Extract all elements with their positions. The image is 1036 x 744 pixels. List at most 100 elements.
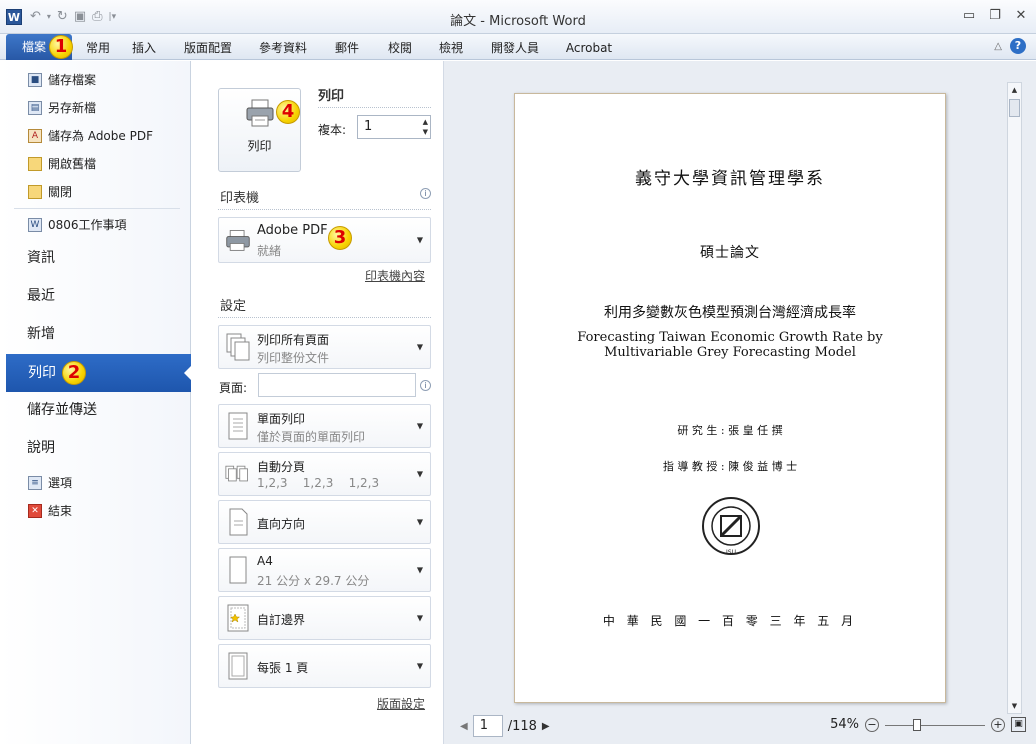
nav-save-adobe-pdf[interactable]: A 儲存為 Adobe PDF [28, 126, 153, 146]
ribbon-tabs: 檔案 常用 插入 版面配置 參考資料 郵件 校閱 檢視 開發人員 Acrobat [0, 34, 1036, 60]
pages-input[interactable] [258, 373, 416, 397]
word-document-icon: W [28, 218, 42, 232]
save-icon: ■ [28, 73, 42, 87]
nav-print[interactable]: 列印 [6, 354, 192, 392]
paper-size-icon [229, 556, 247, 584]
word-app-icon[interactable]: W [6, 9, 22, 25]
copies-value: 1 [364, 119, 373, 134]
nav-recent-document[interactable]: W 0806工作事項 [28, 215, 127, 235]
zoom-in-icon[interactable]: + [991, 717, 1005, 732]
nav-save[interactable]: ■ 儲存檔案 [28, 70, 96, 90]
print-range-title: 列印所有頁面 [257, 333, 330, 347]
divider [318, 107, 431, 108]
zoom-slider[interactable] [885, 718, 985, 731]
preview-vertical-scrollbar[interactable]: ▲ ▼ [1007, 82, 1022, 714]
nav-divider [14, 208, 180, 209]
previous-page-icon[interactable]: ◀ [460, 721, 468, 732]
help-icon[interactable]: ? [1010, 38, 1026, 54]
nav-save-and-send[interactable]: 儲存並傳送 [27, 395, 97, 425]
margins-dropdown[interactable]: 自訂邊界 ▼ [218, 596, 431, 640]
redo-icon[interactable]: ↻ [57, 8, 68, 26]
nav-save-adobe-pdf-label: 儲存為 Adobe PDF [48, 129, 153, 143]
title-bar: W ↶ ▾ ↻ ▣ ⎙ |▾ 論文 - Microsoft Word ▭ ❐ ✕ [0, 0, 1036, 34]
next-page-icon[interactable]: ▶ [542, 721, 550, 732]
copies-stepper[interactable]: 1 ▲ ▼ [357, 115, 431, 139]
sides-subtitle: 僅於頁面的單面列印 [257, 430, 366, 444]
collation-subtitle: 1,2,3 1,2,3 1,2,3 [257, 476, 380, 490]
sides-dropdown[interactable]: 單面列印 僅於頁面的單面列印 ▼ [218, 404, 431, 448]
pages-per-sheet-dropdown[interactable]: 每張 1 頁 ▼ [218, 644, 431, 688]
printer-icon [226, 230, 250, 251]
pages-per-sheet-title: 每張 1 頁 [257, 661, 309, 675]
customize-toolbar-icon[interactable]: |▾ [109, 8, 117, 26]
print-preview-icon[interactable]: ⎙ [92, 8, 102, 26]
printer-dropdown[interactable]: Adobe PDF 就緒 ▼ [218, 217, 431, 263]
nav-close[interactable]: 關閉 [28, 182, 72, 202]
nav-help[interactable]: 說明 [27, 433, 55, 463]
info-icon[interactable]: i [420, 380, 431, 391]
step-badge-1: 1 [49, 35, 73, 59]
page-setup-link[interactable]: 版面設定 [377, 695, 425, 712]
current-page-input[interactable]: 1 [472, 715, 503, 737]
collation-dropdown[interactable]: 自動分頁 1,2,3 1,2,3 1,2,3 ▼ [218, 452, 431, 496]
tab-review[interactable]: 校閱 [385, 38, 415, 58]
scroll-thumb[interactable] [1009, 99, 1020, 117]
zoom-out-icon[interactable]: − [865, 717, 879, 732]
print-button-label: 列印 [247, 139, 272, 153]
tab-references[interactable]: 參考資料 [256, 38, 310, 58]
nav-info[interactable]: 資訊 [27, 243, 55, 273]
collate-icon [225, 465, 248, 482]
nav-save-as[interactable]: ▤ 另存新檔 [28, 98, 96, 118]
university-seal-icon: ISU [702, 497, 760, 556]
nav-new[interactable]: 新增 [27, 319, 55, 349]
chevron-down-icon: ▼ [416, 342, 423, 352]
tab-home[interactable]: 常用 [80, 38, 116, 58]
printer-properties-link[interactable]: 印表機內容 [365, 267, 425, 284]
open-folder-icon [28, 157, 42, 171]
print-settings-panel: 列印 4 列印 複本: 1 ▲ ▼ 印表機 i Adobe PDF 就緒 ▼ 3 … [191, 61, 444, 744]
nav-save-as-label: 另存新檔 [48, 101, 97, 115]
copies-label: 複本: [318, 123, 347, 137]
chevron-down-icon: ▼ [416, 565, 423, 575]
undo-icon[interactable]: ↶ [30, 8, 41, 26]
page-title-zh: 利用多變數灰色模型預測台灣經濟成長率 [604, 305, 856, 321]
nav-recent[interactable]: 最近 [27, 281, 55, 311]
nav-exit[interactable]: ✕ 結束 [28, 501, 72, 521]
orientation-dropdown[interactable]: 直向方向 ▼ [218, 500, 431, 544]
scroll-up-icon[interactable]: ▲ [1008, 83, 1021, 97]
tab-mailings[interactable]: 郵件 [332, 38, 362, 58]
save-icon[interactable]: ▣ [74, 8, 86, 26]
save-as-icon: ▤ [28, 101, 42, 115]
recent-document-label: 0806工作事項 [48, 218, 127, 232]
copies-spin-icon[interactable]: ▲ ▼ [423, 117, 428, 137]
divider [218, 317, 431, 318]
tab-view[interactable]: 檢視 [436, 38, 466, 58]
chevron-down-icon: ▼ [416, 235, 423, 245]
info-icon[interactable]: i [420, 188, 431, 199]
step-badge-4: 4 [276, 100, 300, 124]
tab-page-layout[interactable]: 版面配置 [181, 38, 235, 58]
undo-dropdown-icon[interactable]: ▾ [47, 8, 51, 26]
restore-icon[interactable]: ❐ [988, 8, 1002, 23]
page-title-en-1: Forecasting Taiwan Economic Growth Rate … [577, 330, 883, 345]
orientation-title: 直向方向 [257, 517, 306, 531]
tab-acrobat[interactable]: Acrobat [563, 38, 615, 58]
backstage-nav: ■ 儲存檔案 ▤ 另存新檔 A 儲存為 Adobe PDF 開啟舊檔 關閉 W … [0, 61, 191, 744]
zoom-level[interactable]: 54% [830, 717, 859, 732]
paper-size-dropdown[interactable]: A4 21 公分 x 29.7 公分 ▼ [218, 548, 431, 592]
minimize-ribbon-icon[interactable]: △ [994, 41, 1002, 52]
window-title: 論文 - Microsoft Word [450, 14, 586, 29]
print-range-dropdown[interactable]: 列印所有頁面 列印整份文件 ▼ [218, 325, 431, 369]
zoom-slider-knob[interactable] [913, 718, 921, 731]
tab-insert[interactable]: 插入 [127, 38, 161, 58]
close-icon[interactable]: ✕ [1014, 8, 1028, 23]
exit-icon: ✕ [28, 504, 42, 518]
zoom-to-page-icon[interactable]: ▣ [1011, 717, 1026, 732]
portrait-icon [229, 508, 248, 536]
collation-title: 自動分頁 [257, 460, 306, 474]
scroll-down-icon[interactable]: ▼ [1008, 699, 1021, 713]
tab-developer[interactable]: 開發人員 [488, 38, 542, 58]
nav-options[interactable]: ≡ 選項 [28, 473, 72, 493]
minimize-icon[interactable]: ▭ [962, 8, 976, 23]
nav-open[interactable]: 開啟舊檔 [28, 154, 96, 174]
